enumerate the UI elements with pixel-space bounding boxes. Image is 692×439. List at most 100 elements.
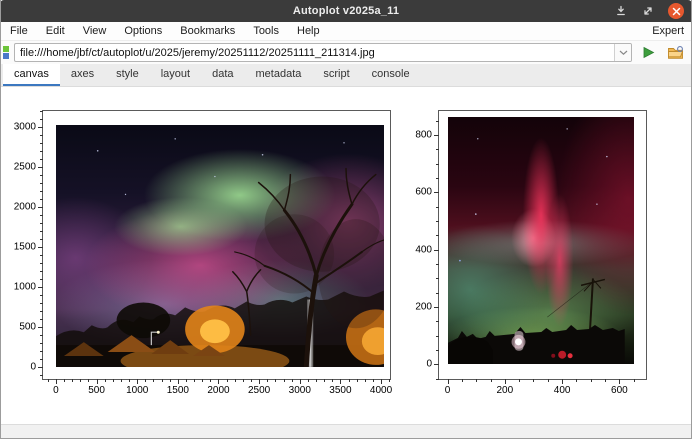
x-tick-label: 600: [611, 385, 628, 396]
x-tick: [56, 379, 57, 384]
x-minor-tick: [634, 379, 635, 382]
y-tick: [38, 207, 43, 208]
y-minor-tick: [40, 295, 43, 296]
x-minor-tick: [357, 379, 358, 382]
menu-options[interactable]: Options: [115, 23, 171, 39]
menubar: File Edit View Options Bookmarks Tools H…: [1, 22, 691, 41]
x-tick: [505, 379, 506, 384]
x-tick-label: 400: [554, 385, 571, 396]
tab-metadata[interactable]: metadata: [245, 64, 313, 86]
tab-script[interactable]: script: [312, 64, 360, 86]
x-minor-tick: [349, 379, 350, 382]
menu-bookmarks[interactable]: Bookmarks: [171, 23, 244, 39]
minimize-icon[interactable]: [614, 4, 628, 18]
y-tick-label: 0: [30, 362, 36, 373]
y-minor-tick: [40, 151, 43, 152]
y-minor-tick: [40, 175, 43, 176]
y-tick-label: 2500: [14, 162, 36, 173]
x-minor-tick: [210, 379, 211, 382]
expert-mode-label[interactable]: Expert: [652, 25, 691, 37]
tab-layout[interactable]: layout: [150, 64, 201, 86]
tab-canvas[interactable]: canvas: [3, 64, 60, 86]
y-minor-tick: [40, 279, 43, 280]
uri-input[interactable]: [15, 44, 614, 61]
close-icon[interactable]: [668, 3, 684, 19]
x-tick-label: 0: [445, 385, 451, 396]
y-minor-tick: [40, 375, 43, 376]
x-minor-tick: [105, 379, 106, 382]
x-tick-label: 3500: [329, 385, 351, 396]
y-minor-tick: [436, 235, 439, 236]
y-minor-tick: [40, 183, 43, 184]
x-minor-tick: [202, 379, 203, 382]
window-title: Autoplot v2025a_11: [0, 5, 692, 17]
y-minor-tick: [40, 119, 43, 120]
x-minor-tick: [162, 379, 163, 382]
y-tick: [38, 287, 43, 288]
tab-console[interactable]: console: [361, 64, 421, 86]
menu-view[interactable]: View: [74, 23, 116, 39]
y-tick-label: 500: [19, 322, 36, 333]
x-minor-tick: [267, 379, 268, 382]
x-tick: [448, 379, 449, 384]
y-tick: [434, 250, 439, 251]
y-minor-tick: [40, 255, 43, 256]
y-tick-label: 0: [426, 359, 432, 370]
x-minor-tick: [88, 379, 89, 382]
tabbar: canvas axes style layout data metadata s…: [1, 64, 691, 87]
x-tick-label: 2000: [207, 385, 229, 396]
open-folder-icon[interactable]: [664, 43, 686, 63]
uri-field: [14, 43, 632, 62]
y-minor-tick: [436, 221, 439, 222]
menu-tools[interactable]: Tools: [244, 23, 288, 39]
y-minor-tick: [40, 111, 43, 112]
x-minor-tick: [548, 379, 549, 382]
x-minor-tick: [365, 379, 366, 382]
y-minor-tick: [40, 191, 43, 192]
y-minor-tick: [40, 263, 43, 264]
busy-indicator-icon: [3, 46, 9, 59]
y-minor-tick: [436, 293, 439, 294]
y-minor-tick: [40, 303, 43, 304]
tab-data[interactable]: data: [201, 64, 244, 86]
y-tick: [434, 135, 439, 136]
x-tick: [259, 379, 260, 384]
y-minor-tick: [436, 121, 439, 122]
x-minor-tick: [145, 379, 146, 382]
x-minor-tick: [227, 379, 228, 382]
menu-edit[interactable]: Edit: [37, 23, 74, 39]
x-minor-tick: [491, 379, 492, 382]
autoplot-window: Autoplot v2025a_11 File Edit View Option…: [0, 0, 692, 439]
y-minor-tick: [40, 239, 43, 240]
plot-canvas[interactable]: 0500100015002000250030003500400005001000…: [1, 87, 691, 424]
plot-left[interactable]: 0500100015002000250030003500400005001000…: [42, 110, 391, 380]
go-play-button[interactable]: [637, 43, 659, 63]
x-tick: [300, 379, 301, 384]
x-minor-tick: [332, 379, 333, 382]
maximize-icon[interactable]: [641, 4, 655, 18]
x-tick: [619, 379, 620, 384]
y-minor-tick: [436, 164, 439, 165]
x-minor-tick: [324, 379, 325, 382]
chevron-down-icon[interactable]: [614, 44, 631, 61]
y-minor-tick: [40, 215, 43, 216]
y-tick: [38, 167, 43, 168]
tab-style[interactable]: style: [105, 64, 150, 86]
tab-axes[interactable]: axes: [60, 64, 105, 86]
y-minor-tick: [40, 135, 43, 136]
plot-right[interactable]: 02004006000200400600800: [438, 110, 647, 380]
x-tick: [178, 379, 179, 384]
x-minor-tick: [48, 379, 49, 382]
x-tick: [562, 379, 563, 384]
menu-help[interactable]: Help: [288, 23, 329, 39]
aurora-photo-left: [56, 125, 384, 367]
menu-file[interactable]: File: [1, 23, 37, 39]
y-minor-tick: [40, 159, 43, 160]
x-minor-tick: [235, 379, 236, 382]
titlebar[interactable]: Autoplot v2025a_11: [0, 0, 692, 22]
y-minor-tick: [436, 178, 439, 179]
y-minor-tick: [436, 278, 439, 279]
x-minor-tick: [476, 379, 477, 382]
x-tick: [340, 379, 341, 384]
x-minor-tick: [186, 379, 187, 382]
